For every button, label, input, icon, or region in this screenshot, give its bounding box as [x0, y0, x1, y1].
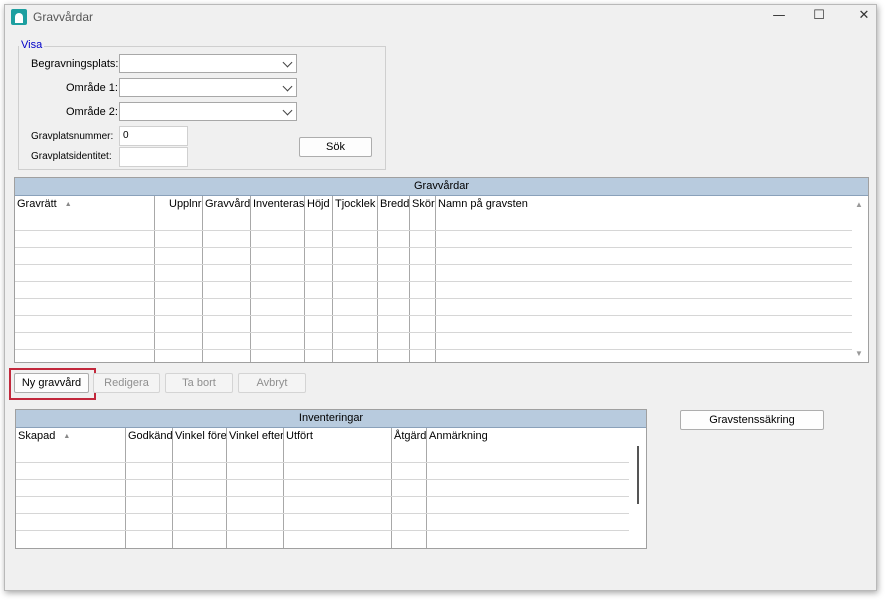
inventeringar-grid-title: Inventeringar — [16, 410, 646, 428]
gravstenssakring-button[interactable]: Gravstenssäkring — [680, 410, 824, 430]
gravvardar-grid[interactable]: Gravvårdar Gravrätt ▲ Upplnr Gravvård Inv… — [14, 177, 869, 363]
column-header-atgard[interactable]: Åtgärd — [392, 428, 428, 445]
column-header-vinkel-fore[interactable]: Vinkel före — [173, 428, 227, 445]
maximize-button[interactable]: ☐ — [796, 5, 842, 29]
gravvardar-vertical-scrollbar[interactable]: ▲ ▼ — [852, 196, 868, 362]
inventeringar-vertical-scrollbar[interactable] — [630, 428, 646, 548]
title-bar: Gravvårdar — ☐ ✕ — [5, 5, 876, 29]
window-title: Gravvårdar — [33, 10, 94, 24]
edit-button[interactable]: Redigera — [93, 373, 160, 393]
gravvardar-grid-title: Gravvårdar — [15, 178, 868, 196]
column-header-utfort[interactable]: Utfört — [284, 428, 392, 445]
column-header-namn-pa-gravsten[interactable]: Namn på gravsten — [436, 196, 736, 213]
gravplatsidentitet-input[interactable] — [119, 147, 188, 167]
sort-ascending-icon: ▲ — [64, 201, 72, 208]
column-header-inventeras[interactable]: Inventeras — [251, 196, 305, 213]
begravningsplats-dropdown[interactable] — [119, 54, 297, 73]
column-header-tjocklek[interactable]: Tjocklek — [333, 196, 379, 213]
column-header-skapad[interactable]: Skapad ▲ — [16, 428, 124, 445]
gravestone-app-icon — [11, 9, 27, 25]
column-header-bredd[interactable]: Bredd — [378, 196, 410, 213]
inventeringar-grid[interactable]: Inventeringar Skapad ▲ Godkänd Vinkel för… — [15, 409, 647, 549]
new-gravvard-button[interactable]: Ny gravvård — [14, 373, 89, 393]
chevron-down-icon — [282, 81, 293, 92]
chevron-down-icon — [282, 105, 293, 116]
sort-ascending-icon: ▲ — [63, 433, 71, 440]
omrade2-label: Område 2: — [66, 106, 118, 118]
main-window: Gravvårdar — ☐ ✕ Visa Begravningsplats: … — [4, 4, 877, 591]
omrade2-dropdown[interactable] — [119, 102, 297, 121]
scroll-down-arrow-icon[interactable]: ▼ — [855, 349, 863, 358]
column-header-vinkel-efter[interactable]: Vinkel efter — [227, 428, 284, 445]
column-header-gravvard[interactable]: Gravvård — [203, 196, 251, 213]
scroll-up-arrow-icon[interactable]: ▲ — [855, 200, 863, 209]
delete-button[interactable]: Ta bort — [165, 373, 233, 393]
cancel-button[interactable]: Avbryt — [238, 373, 306, 393]
column-header-anmarkning[interactable]: Anmärkning — [427, 428, 627, 445]
column-header-godkand[interactable]: Godkänd — [126, 428, 174, 445]
scrollbar-thumb[interactable] — [637, 446, 639, 504]
close-button[interactable]: ✕ — [841, 5, 885, 29]
column-header-gravratt[interactable]: Gravrätt ▲ — [15, 196, 155, 213]
begravningsplats-label: Begravningsplats: — [31, 58, 119, 70]
visa-legend: Visa — [19, 39, 45, 51]
gravplatsnummer-input[interactable]: 0 — [119, 126, 188, 146]
chevron-down-icon — [282, 57, 293, 68]
column-header-hojd[interactable]: Höjd — [305, 196, 333, 213]
search-button[interactable]: Sök — [299, 137, 372, 157]
column-header-skor[interactable]: Skör — [410, 196, 436, 213]
omrade1-label: Område 1: — [66, 82, 118, 94]
gravplatsidentitet-label: Gravplatsidentitet: — [31, 151, 112, 162]
gravplatsnummer-label: Gravplatsnummer: — [31, 131, 114, 142]
omrade1-dropdown[interactable] — [119, 78, 297, 97]
